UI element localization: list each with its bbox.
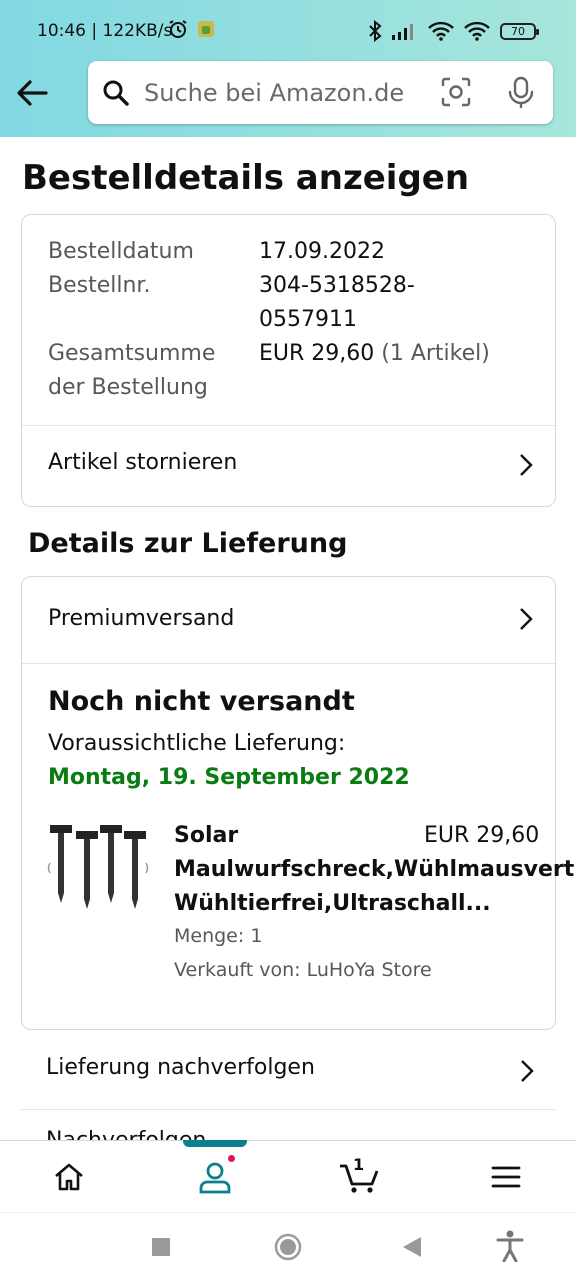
order-number-value-line2: 0557911 — [259, 307, 357, 332]
bluetooth-icon — [369, 20, 382, 42]
signal-icon — [392, 24, 413, 40]
order-total-label-line2: der Bestellung — [48, 375, 208, 400]
battery-icon: 70 — [500, 22, 539, 40]
nav-active-indicator — [183, 1140, 247, 1147]
order-date-label: Bestelldatum — [48, 239, 194, 264]
order-number-label: Bestellnr. — [48, 273, 151, 298]
shipment-status: Noch nicht versandt — [48, 686, 355, 717]
bottom-navigation: 1 — [0, 1140, 576, 1212]
order-total-amount: EUR 29,60 — [259, 341, 375, 366]
estimated-delivery-label: Voraussichtliche Lieferung: — [48, 731, 346, 756]
nav-account[interactable] — [195, 1159, 235, 1195]
cart-count: 1 — [353, 1155, 365, 1174]
android-app-icon — [198, 21, 214, 37]
home-icon — [55, 1163, 83, 1191]
partial-next-row[interactable]: Nachverfolgen — [21, 1110, 556, 1142]
hamburger-menu-icon — [491, 1166, 521, 1188]
cancel-items-label: Artikel stornieren — [48, 450, 238, 475]
track-delivery-label: Lieferung nachverfolgen — [46, 1055, 315, 1080]
notification-dot — [226, 1153, 237, 1164]
order-date-value: 17.09.2022 — [259, 239, 385, 264]
estimated-delivery-date: Montag, 19. September 2022 — [48, 765, 410, 790]
delivery-card: Premiumversand Noch nicht versandt Vorau… — [21, 576, 576, 1030]
shipping-method-label: Premiumversand — [48, 606, 235, 631]
search-input[interactable] — [144, 73, 424, 113]
chevron-right-icon — [521, 1060, 534, 1082]
product-seller: Verkauft von: LuHoYa Store — [174, 959, 432, 981]
chevron-right-icon — [520, 608, 533, 630]
delivery-section-title: Details zur Lieferung — [28, 528, 348, 559]
recent-apps-icon[interactable] — [151, 1237, 171, 1257]
wifi-icon — [428, 21, 454, 41]
page-title: Bestelldetails anzeigen — [22, 158, 470, 198]
order-total-value: EUR 29,60 (1 Artikel) — [259, 337, 490, 371]
product-quantity: Menge: 1 — [174, 925, 263, 947]
product-image[interactable] — [46, 823, 154, 913]
microphone-icon[interactable] — [507, 76, 535, 109]
status-system-icons: 70 — [368, 20, 539, 42]
shipping-method-row[interactable]: Premiumversand — [22, 577, 555, 663]
back-triangle-icon[interactable] — [402, 1236, 422, 1258]
track-delivery-row[interactable]: Lieferung nachverfolgen — [21, 1032, 556, 1110]
status-notification-icons — [168, 19, 216, 39]
system-navigation-bar — [0, 1212, 576, 1280]
wifi-icon-2 — [464, 21, 490, 41]
search-icon — [103, 80, 129, 106]
battery-level: 70 — [511, 24, 525, 38]
nav-home[interactable] — [49, 1159, 89, 1195]
order-total-label-line1: Gesamtsumme — [48, 341, 216, 366]
app-header: 10:46 | 122KB/s 70 — [0, 0, 576, 137]
status-time: 10:46 | 122KB/s — [37, 21, 173, 41]
order-summary-card: Bestelldatum 17.09.2022 Bestellnr. 304-5… — [21, 214, 556, 507]
chevron-right-icon — [520, 454, 533, 476]
camera-search-icon[interactable] — [441, 77, 471, 107]
status-bar: 10:46 | 122KB/s 70 — [0, 0, 576, 62]
cancel-items-row[interactable]: Artikel stornieren — [22, 426, 555, 506]
back-button[interactable] — [14, 76, 50, 110]
order-number-value-line1: 304-5318528- — [259, 273, 415, 298]
product-price: EUR 29,60 — [424, 823, 540, 848]
arrow-left-icon — [17, 80, 48, 106]
solar-stake-graphic — [47, 825, 149, 909]
nav-menu[interactable] — [486, 1159, 526, 1195]
product-title-line3[interactable]: Wühltierfrei,Ultraschall... — [174, 887, 576, 921]
card-divider — [22, 663, 555, 664]
alarm-icon — [169, 20, 187, 38]
order-item-count: (1 Artikel) — [381, 341, 490, 366]
product-title-line2[interactable]: Maulwurfschreck,Wühlmausvertreiber — [174, 853, 576, 887]
search-bar[interactable] — [88, 61, 553, 124]
accessibility-icon[interactable] — [496, 1230, 524, 1262]
user-icon — [199, 1162, 231, 1194]
home-circle-icon[interactable] — [274, 1233, 302, 1261]
